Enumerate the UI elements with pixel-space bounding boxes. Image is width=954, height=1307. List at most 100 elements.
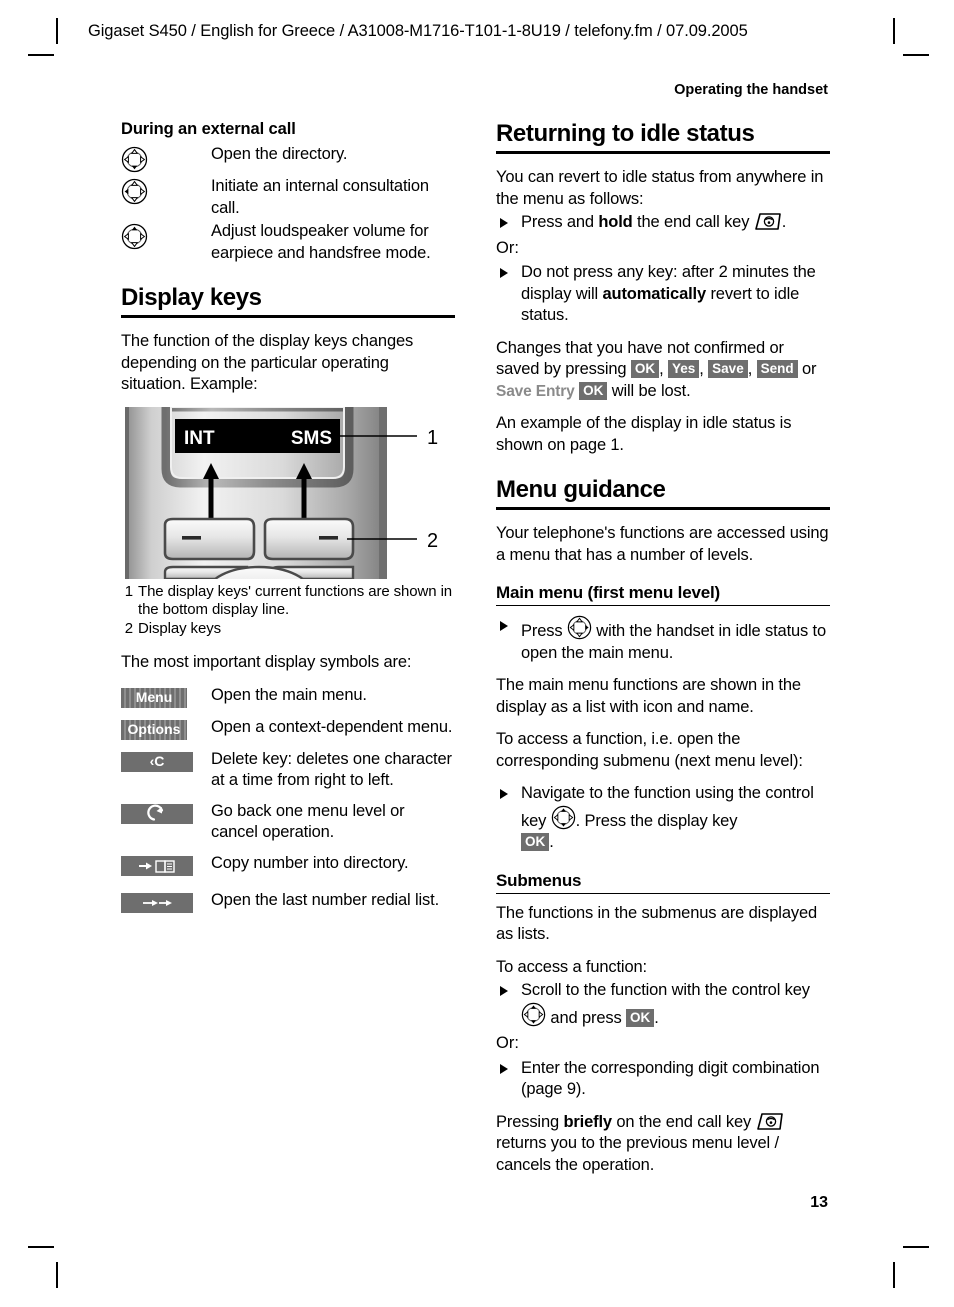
figure-caption-2-text: Display keys xyxy=(138,619,221,637)
returning-example-paragraph: An example of the display in idle status… xyxy=(496,414,792,454)
symbol-row-copy-text: Copy number into directory. xyxy=(211,853,409,872)
send-badge[interactable]: Send xyxy=(756,360,798,378)
section-header: Operating the handset xyxy=(674,82,828,98)
main-menu-navigate-mid: . Press the display key xyxy=(575,811,738,830)
control-key-up-icon xyxy=(121,221,211,251)
symbol-row-redial-text: Open the last number redial list. xyxy=(211,890,439,909)
symbol-row-options-text: Open a context-dependent menu. xyxy=(211,717,453,736)
display-symbols-intro: The most important display symbols are: xyxy=(121,653,412,671)
right-column: Returning to idle status You can revert … xyxy=(496,120,830,1187)
returning-bullet-2-bold: automatically xyxy=(602,284,707,303)
submenus-briefly-mid: on the end call key xyxy=(611,1112,756,1131)
submenus-bullet-scroll: Scroll to the function with the control … xyxy=(496,980,830,1029)
crop-mark-bottom-right-horizontal xyxy=(903,1246,929,1248)
figure-caption-1: 1 The display keys' current functions ar… xyxy=(121,583,455,620)
control-key-up-down-icon-2 xyxy=(521,1002,546,1026)
returning-bullet-1-pre: Press and xyxy=(521,213,599,231)
returning-changes-post: will be lost. xyxy=(607,381,691,400)
redial-softkey-icon[interactable] xyxy=(121,890,211,918)
external-call-row-volume: Adjust loudspeaker volume for earpiece a… xyxy=(121,221,455,264)
crop-mark-top-right-horizontal xyxy=(903,54,929,56)
returning-or-1: Or: xyxy=(496,238,519,257)
display-label-int: INT xyxy=(184,428,215,449)
ok-badge-1[interactable]: OK xyxy=(630,360,660,378)
returning-bullet-1-post: the end call key xyxy=(632,213,754,231)
figure-caption-1-text: The display keys' current functions are … xyxy=(138,582,453,619)
submenus-paragraph-1: The functions in the submenus are displa… xyxy=(496,903,817,944)
symbol-row-delete-text: Delete key: deletes one character at a t… xyxy=(211,749,452,790)
submenus-briefly-post: returns you to the previous menu level /… xyxy=(496,1134,779,1174)
symbol-row-back: Go back one menu level or cancel operati… xyxy=(121,801,455,844)
symbol-row-redial: Open the last number redial list. xyxy=(121,890,455,918)
submenus-briefly-paragraph: Pressing briefly on the end call key ret… xyxy=(496,1112,830,1177)
main-menu-bullet-pre: Press xyxy=(521,622,567,640)
crop-mark-top-left-horizontal xyxy=(28,54,54,56)
control-key-down-icon xyxy=(121,144,211,174)
figure-callout-1: 1 xyxy=(427,427,438,449)
heading-returning-to-idle-status: Returning to idle status xyxy=(496,120,830,154)
returning-bullet-press-hold: Press and hold the end call key . xyxy=(496,212,830,234)
options-softkey-icon[interactable]: Options xyxy=(121,717,211,740)
figure-captions: 1 The display keys' current functions ar… xyxy=(121,583,455,639)
save-badge[interactable]: Save xyxy=(708,360,748,378)
figure-callout-2: 2 xyxy=(427,530,438,552)
symbol-row-menu: Menu Open the main menu. xyxy=(121,685,455,708)
end-call-key-icon xyxy=(754,213,781,230)
main-menu-navigate-post: . xyxy=(549,833,554,851)
menu-softkey-label: Menu xyxy=(121,687,187,708)
back-arrow-softkey-icon[interactable] xyxy=(121,801,211,829)
handset-figure: INT SMS 1 2 xyxy=(121,402,455,620)
heading-submenus: Submenus xyxy=(496,871,830,894)
submenus-scroll-mid: and press xyxy=(546,1008,626,1027)
control-key-right-icon xyxy=(567,615,592,640)
yes-badge[interactable]: Yes xyxy=(668,360,700,378)
options-softkey-label: Options xyxy=(121,719,187,740)
running-header: Gigaset S450 / English for Greece / A310… xyxy=(88,22,748,40)
ok-badge-3[interactable]: OK xyxy=(521,833,550,851)
crop-mark-bottom-left-horizontal xyxy=(28,1246,54,1248)
returning-intro: You can revert to idle status from anywh… xyxy=(496,168,824,208)
control-key-up-down-icon xyxy=(551,805,575,829)
manual-page: Gigaset S450 / English for Greece / A310… xyxy=(0,0,954,1307)
figure-caption-1-number: 1 xyxy=(124,582,133,600)
figure-caption-2: 2 Display keys xyxy=(121,620,455,639)
display-keys-intro: The function of the display keys changes… xyxy=(121,332,414,393)
control-key-left-icon xyxy=(121,176,211,206)
returning-changes-or: or xyxy=(797,360,817,378)
delete-softkey-icon[interactable]: ‹C xyxy=(121,749,211,772)
menu-guidance-intro: Your telephone's functions are accessed … xyxy=(496,524,829,564)
external-call-row-volume-text: Adjust loudspeaker volume for earpiece a… xyxy=(211,222,431,262)
submenus-scroll-pre: Scroll to the function with the control … xyxy=(521,981,810,999)
crop-mark-bottom-left-vertical xyxy=(56,1262,58,1288)
returning-bullet-1-end: . xyxy=(781,213,787,231)
external-call-row-internal: Initiate an internal consultation call. xyxy=(121,176,455,219)
heading-display-keys: Display keys xyxy=(121,284,455,318)
delete-softkey-label: ‹C xyxy=(121,751,193,772)
page-number: 13 xyxy=(810,1194,828,1211)
copy-to-directory-softkey-icon[interactable] xyxy=(121,853,211,881)
crop-mark-bottom-right-vertical xyxy=(893,1262,895,1288)
submenus-briefly-bold: briefly xyxy=(563,1112,612,1131)
external-call-row-internal-text: Initiate an internal consultation call. xyxy=(211,177,429,217)
end-call-key-icon-2 xyxy=(756,1112,783,1130)
main-menu-bullet-navigate: Navigate to the function using the contr… xyxy=(496,783,830,854)
external-call-row-directory: Open the directory. xyxy=(121,144,455,174)
left-column: During an external call Open the directo… xyxy=(121,120,455,927)
ok-badge-4[interactable]: OK xyxy=(625,1008,655,1027)
symbol-row-options: Options Open a context-dependent menu. xyxy=(121,717,455,740)
submenus-briefly-pre: Pressing xyxy=(496,1112,564,1131)
save-entry-menu-label: Save Entry xyxy=(496,382,575,400)
figure-caption-2-number: 2 xyxy=(124,619,133,637)
returning-bullet-1-bold: hold xyxy=(598,213,633,231)
main-menu-bullet-press: Press with the handset in idle status to… xyxy=(496,615,830,664)
display-label-sms: SMS xyxy=(291,428,332,449)
ok-badge-2[interactable]: OK xyxy=(579,381,608,400)
menu-softkey-icon[interactable]: Menu xyxy=(121,685,211,708)
heading-menu-guidance: Menu guidance xyxy=(496,476,830,510)
submenus-scroll-post: . xyxy=(654,1008,659,1027)
symbol-row-copy: Copy number into directory. xyxy=(121,853,455,881)
symbol-row-back-text: Go back one menu level or cancel operati… xyxy=(211,801,405,842)
crop-mark-top-left-vertical xyxy=(56,18,58,44)
main-menu-paragraph-2: To access a function, i.e. open the corr… xyxy=(496,730,803,770)
external-call-row-directory-text: Open the directory. xyxy=(211,145,348,163)
